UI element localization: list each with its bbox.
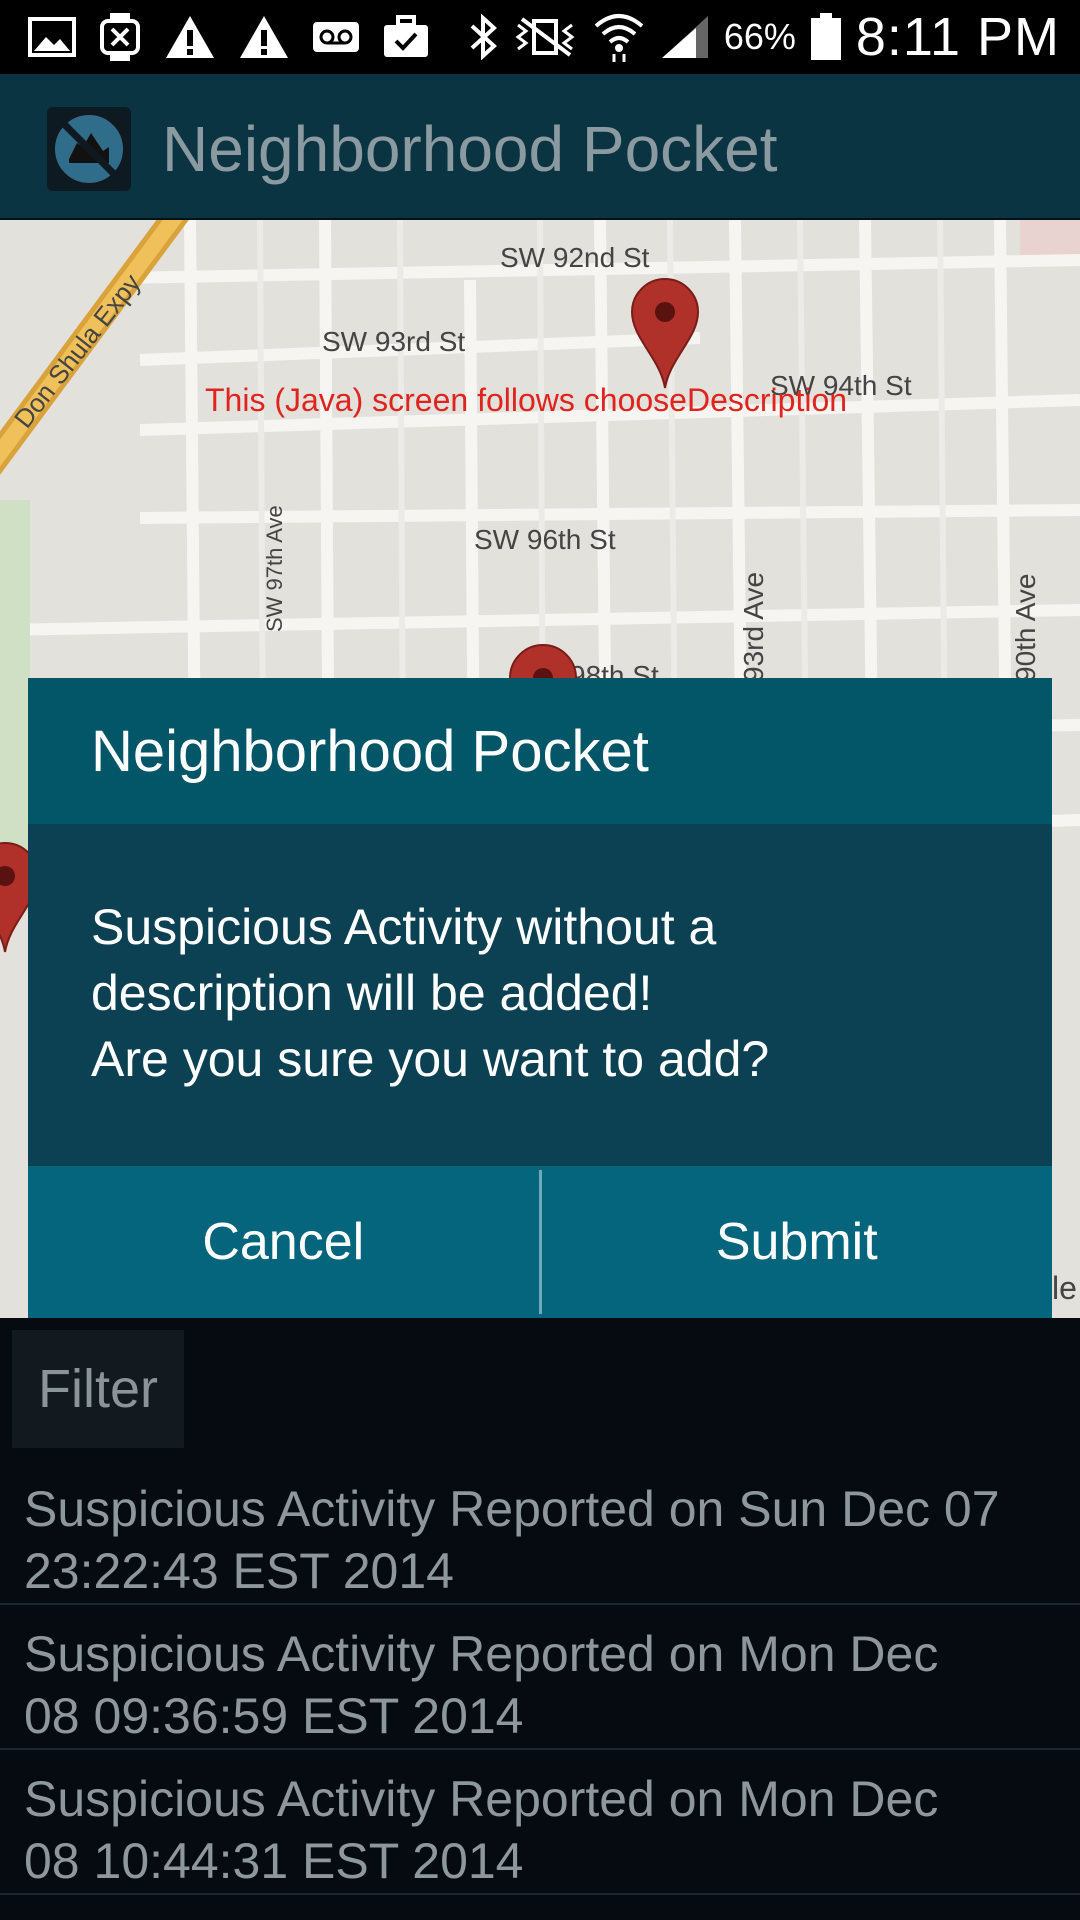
filter-button[interactable]: Filter <box>12 1330 184 1448</box>
street-label-sw92: SW 92nd St <box>500 242 650 273</box>
map-edge-text: le <box>1052 1270 1077 1306</box>
list-item[interactable]: Suspicious Activity Reported on Sun Dec … <box>0 1460 1080 1605</box>
briefcase-icon <box>382 15 430 59</box>
gallery-icon <box>28 17 76 57</box>
report-text-line1: Suspicious Activity Reported on Sun Dec … <box>24 1481 1000 1537</box>
battery-icon <box>810 13 842 61</box>
status-icons-right: 66% 8:11 PM <box>468 0 1060 74</box>
battery-percent: 66% <box>723 16 796 57</box>
confirm-dialog: Neighborhood Pocket Suspicious Activity … <box>28 678 1052 1318</box>
street-label-90th-ave: 90th Ave <box>1010 573 1041 682</box>
report-text-line2: 08 09:36:59 EST 2014 <box>24 1688 524 1744</box>
action-bar: Neighborhood Pocket <box>0 74 1080 221</box>
status-icons-left <box>28 12 430 62</box>
app-title: Neighborhood Pocket <box>162 113 778 185</box>
bottom-panel: Filter Suspicious Activity Reported on S… <box>0 1318 1080 1920</box>
signal-icon <box>660 14 710 60</box>
dialog-body: Suspicious Activity without a descriptio… <box>28 824 1052 1166</box>
watch-icon <box>98 13 142 61</box>
dialog-message-line: description will be added! <box>91 965 653 1021</box>
map-marker-icon[interactable] <box>630 278 700 390</box>
dialog-message: Suspicious Activity without a descriptio… <box>91 894 1011 1092</box>
street-label-sw96: SW 96th St <box>474 524 616 555</box>
submit-button[interactable]: Submit <box>542 1166 1053 1318</box>
warning-icon <box>238 14 290 60</box>
dialog-button-bar: Cancel Submit <box>28 1166 1052 1318</box>
clock: 8:11 PM <box>855 7 1060 67</box>
list-item[interactable]: Suspicious Activity Reported on Mon Dec … <box>0 1750 1080 1895</box>
cancel-button[interactable]: Cancel <box>28 1166 539 1318</box>
report-text-line1: Suspicious Activity Reported on Mon Dec <box>24 1626 939 1682</box>
report-text-line2: 08 10:44:31 EST 2014 <box>24 1833 524 1889</box>
neighborhood-logo-icon[interactable] <box>47 107 131 191</box>
voicemail-icon <box>312 21 360 53</box>
overlay-note: This (Java) screen follows chooseDescrip… <box>205 382 848 418</box>
street-label-sw93: SW 93rd St <box>322 326 466 357</box>
dialog-title-bar: Neighborhood Pocket <box>28 678 1052 824</box>
street-label-93rd-ave: 93rd Ave <box>738 571 769 682</box>
status-bar: 66% 8:11 PM <box>0 0 1080 74</box>
report-text-line2: 23:22:43 EST 2014 <box>24 1543 454 1599</box>
report-text-line1: Suspicious Activity Reported on Mon Dec <box>24 1771 939 1827</box>
dialog-message-line: Suspicious Activity without a <box>91 899 717 955</box>
dialog-title: Neighborhood Pocket <box>91 719 649 784</box>
warning-icon <box>164 14 216 60</box>
list-item[interactable]: Suspicious Activity Reported on Mon Dec … <box>0 1605 1080 1750</box>
wifi-icon <box>592 10 646 64</box>
street-label-sw97ave: SW 97th Ave <box>262 505 287 632</box>
bluetooth-icon <box>468 14 498 60</box>
mute-vibrate-icon <box>512 15 578 59</box>
report-list[interactable]: Suspicious Activity Reported on Sun Dec … <box>0 1460 1080 1895</box>
dialog-message-line: Are you sure you want to add? <box>91 1031 770 1087</box>
